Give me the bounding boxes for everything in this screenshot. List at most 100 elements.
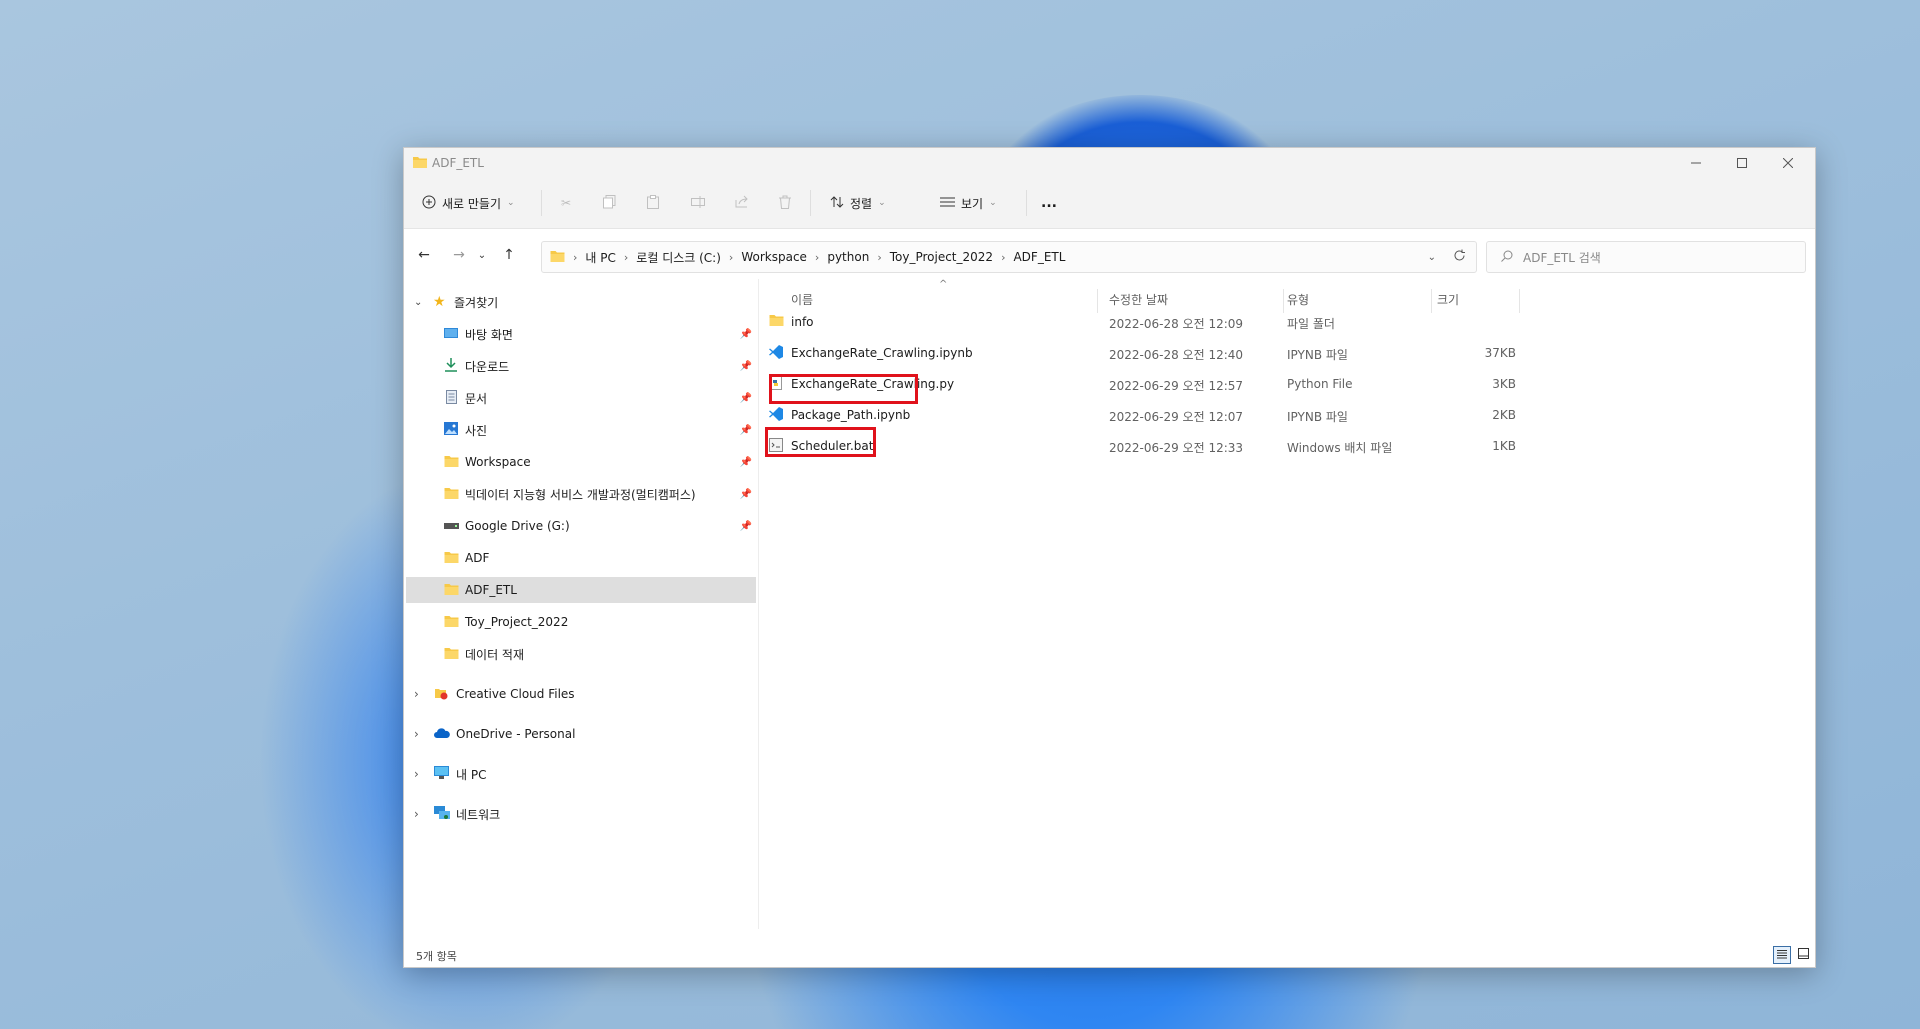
item-count: 5개 항목 xyxy=(416,950,457,963)
navigation-pane: ⌄ ★ 즐겨찾기 바탕 화면 📌 다운로드 📌 문서 📌 사진 📌 Worksp… xyxy=(404,279,759,929)
pin-icon[interactable]: 📌 xyxy=(740,361,752,372)
file-row-package-path[interactable]: Package_Path.ipynb 2022-06-29 오전 12:07 I… xyxy=(769,402,1516,428)
pc-icon xyxy=(434,766,449,782)
pin-icon[interactable]: 📌 xyxy=(740,489,752,500)
nav-item-data-load[interactable]: 데이터 적재 xyxy=(406,641,756,667)
nav-item-documents[interactable]: 문서 📌 xyxy=(406,385,756,411)
folder-icon xyxy=(444,551,459,566)
status-bar: 5개 항목 xyxy=(404,943,1815,967)
view-button[interactable]: 보기 ⌄ xyxy=(940,178,997,228)
document-icon xyxy=(446,389,457,407)
desktop-icon xyxy=(444,327,458,342)
file-row-scheduler-bat[interactable]: Scheduler.bat 2022-06-29 오전 12:33 Window… xyxy=(769,433,1516,459)
chevron-down-icon: ⌄ xyxy=(878,198,886,208)
nav-item-adf[interactable]: ADF xyxy=(406,545,756,571)
folder-icon xyxy=(444,455,459,470)
nav-item-desktop[interactable]: 바탕 화면 📌 xyxy=(406,321,756,347)
file-size: 2KB xyxy=(1492,408,1516,422)
cut-button[interactable]: ✂ xyxy=(561,178,571,228)
file-explorer-window: ADF_ETL 새로 만들기 ⌄ ✂ 정렬 ⌄ 보기 ⌄ ... ← → ⌄ ↑… xyxy=(403,147,1816,968)
chevron-down-icon: ⌄ xyxy=(414,296,423,308)
file-date: 2022-06-28 오전 12:40 xyxy=(1109,348,1244,362)
back-button[interactable]: ← xyxy=(412,243,436,267)
pin-icon[interactable]: 📌 xyxy=(740,329,752,340)
details-view-button[interactable] xyxy=(1773,946,1791,964)
thumbnail-view-icon xyxy=(1797,948,1809,962)
title-bar: ADF_ETL xyxy=(404,148,1815,178)
pin-icon[interactable]: 📌 xyxy=(740,393,752,404)
breadcrumb-item[interactable]: python › xyxy=(827,250,889,264)
folder-icon xyxy=(444,647,459,662)
rename-button[interactable] xyxy=(691,178,705,228)
folder-icon xyxy=(444,583,459,598)
nav-item-adf-etl[interactable]: ADF_ETL xyxy=(406,577,756,603)
search-input[interactable]: ADF_ETL 검색 xyxy=(1486,241,1806,273)
address-bar[interactable]: › 내 PC › 로컬 디스크 (C:) › Workspace › python › … xyxy=(541,241,1477,273)
drive-icon xyxy=(444,519,459,533)
breadcrumb-item[interactable]: 내 PC › xyxy=(585,249,636,266)
share-button[interactable] xyxy=(735,178,749,228)
maximize-button[interactable] xyxy=(1719,148,1765,178)
chevron-right-icon: › xyxy=(414,767,419,781)
rename-icon xyxy=(691,195,705,211)
copy-button[interactable] xyxy=(603,178,616,228)
column-header-date[interactable]: 수정한 날짜 xyxy=(1109,291,1168,311)
pin-icon[interactable]: 📌 xyxy=(740,425,752,436)
folder-icon xyxy=(444,487,459,502)
chevron-right-icon: › xyxy=(1001,250,1006,264)
folder-icon xyxy=(769,314,784,329)
file-row-info[interactable]: info 2022-06-28 오전 12:09 파일 폴더 xyxy=(769,309,1509,335)
new-button[interactable]: 새로 만들기 ⌄ xyxy=(422,178,515,228)
file-size: 37KB xyxy=(1484,346,1516,360)
nav-root-this-pc[interactable]: › 내 PC xyxy=(406,761,756,787)
more-options-button[interactable]: ... xyxy=(1041,178,1057,228)
chevron-right-icon: › xyxy=(414,727,419,741)
file-date: 2022-06-29 오전 12:57 xyxy=(1109,379,1244,393)
file-date: 2022-06-29 오전 12:33 xyxy=(1109,441,1244,455)
chevron-right-icon: › xyxy=(414,687,419,701)
trash-icon xyxy=(779,195,791,212)
nav-item-workspace[interactable]: Workspace 📌 xyxy=(406,449,756,475)
copy-icon xyxy=(603,194,616,212)
folder-icon xyxy=(413,156,427,171)
search-placeholder: ADF_ETL 검색 xyxy=(1523,250,1601,265)
nav-root-network[interactable]: › 네트워크 xyxy=(406,801,756,827)
breadcrumb-item[interactable]: 로컬 디스크 (C:) › xyxy=(636,249,741,266)
column-header-type[interactable]: 유형 xyxy=(1287,291,1309,311)
breadcrumb-item[interactable]: Workspace › xyxy=(741,250,827,264)
nav-root-creative-cloud[interactable]: › Creative Cloud Files xyxy=(406,681,756,707)
chevron-right-icon: › xyxy=(623,250,629,264)
delete-button[interactable] xyxy=(779,178,791,228)
nav-item-google-drive[interactable]: Google Drive (G:) 📌 xyxy=(406,513,756,539)
command-bar: 새로 만들기 ⌄ ✂ 정렬 ⌄ 보기 ⌄ ... xyxy=(404,178,1815,229)
refresh-icon[interactable] xyxy=(1453,249,1466,265)
forward-button[interactable]: → xyxy=(447,243,471,267)
creative-cloud-icon xyxy=(434,686,448,703)
close-button[interactable] xyxy=(1765,148,1811,178)
thumbnail-view-button[interactable] xyxy=(1794,946,1812,964)
file-type: IPYNB 파일 xyxy=(1287,410,1348,424)
pin-icon[interactable]: 📌 xyxy=(740,457,752,468)
nav-root-onedrive[interactable]: › OneDrive - Personal xyxy=(406,721,756,747)
nav-item-pictures[interactable]: 사진 📌 xyxy=(406,417,756,443)
pin-icon[interactable]: 📌 xyxy=(740,521,752,532)
recent-locations-button[interactable]: ⌄ xyxy=(474,243,490,267)
breadcrumb-item-current[interactable]: ADF_ETL xyxy=(1013,250,1065,264)
details-view-icon xyxy=(1777,949,1787,962)
nav-item-toy-project[interactable]: Toy_Project_2022 xyxy=(406,609,756,635)
breadcrumb-item[interactable]: Toy_Project_2022 › xyxy=(890,250,1014,264)
chevron-down-icon[interactable]: ⌄ xyxy=(1428,252,1436,263)
up-button[interactable]: ↑ xyxy=(497,243,521,267)
minimize-button[interactable] xyxy=(1673,148,1719,178)
file-row-exchange-ipynb[interactable]: ExchangeRate_Crawling.ipynb 2022-06-28 오… xyxy=(769,340,1516,366)
list-view-icon xyxy=(940,196,955,211)
sort-button[interactable]: 정렬 ⌄ xyxy=(830,178,886,228)
nav-quick-access[interactable]: ⌄ ★ 즐겨찾기 xyxy=(406,289,756,315)
highlight-box-bat xyxy=(765,427,876,457)
column-header-size[interactable]: 크기 xyxy=(1437,291,1459,311)
nav-item-downloads[interactable]: 다운로드 📌 xyxy=(406,353,756,379)
column-header-name[interactable]: 이름 xyxy=(791,291,813,311)
file-type: Windows 배치 파일 xyxy=(1287,441,1393,455)
paste-button[interactable] xyxy=(647,178,659,228)
nav-item-bigdata-course[interactable]: 빅데이터 지능형 서비스 개발과정(멀티캠퍼스) 📌 xyxy=(406,481,756,507)
